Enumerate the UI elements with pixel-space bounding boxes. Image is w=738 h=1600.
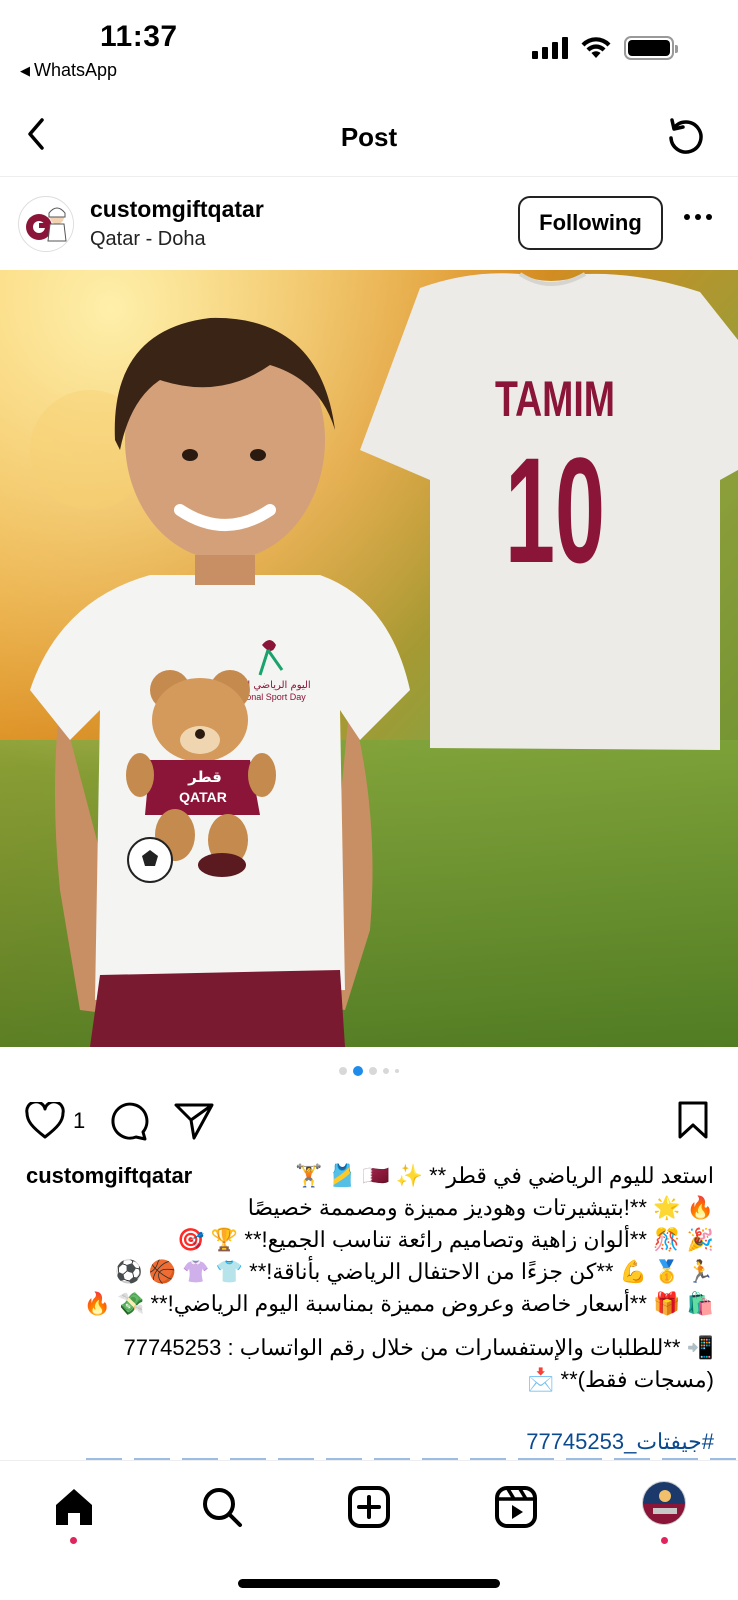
carousel-dot	[353, 1066, 363, 1076]
shirt-name-text: TAMIM	[495, 371, 615, 427]
battery-icon	[624, 36, 678, 60]
back-triangle-icon: ◀	[20, 62, 30, 78]
author-avatar[interactable]	[18, 196, 74, 252]
caption-line: 🛍️ 🎁 **أسعار خاصة وعروض مميزة بمناسبة ال…	[83, 1291, 714, 1316]
caption-username[interactable]: customgiftqatar	[26, 1160, 201, 1192]
wifi-icon	[581, 37, 611, 58]
home-indicator	[238, 1579, 500, 1588]
home-icon[interactable]	[50, 1483, 98, 1531]
carousel-indicator	[0, 1066, 738, 1076]
brand-logo-icon	[20, 198, 73, 251]
comment-icon[interactable]	[106, 1100, 150, 1142]
post-author-row: customgiftqatar Qatar - Doha Following	[0, 186, 738, 264]
contact-line: (مسجات فقط)** 📩	[527, 1367, 714, 1392]
page-title: Post	[340, 122, 398, 152]
status-icons	[532, 36, 678, 60]
following-button[interactable]: Following	[518, 196, 663, 250]
home-notification-dot	[70, 1537, 77, 1544]
hashtag-link[interactable]: #جيفتات_77745253	[526, 1426, 714, 1458]
bear-qatar-text: QATAR	[179, 789, 227, 805]
search-icon[interactable]	[198, 1483, 246, 1531]
more-options-icon[interactable]	[684, 214, 712, 220]
shirt-number-text: 10	[505, 426, 605, 594]
post-header-bar: Post	[0, 100, 738, 176]
divider	[0, 176, 738, 177]
refresh-icon[interactable]	[664, 114, 708, 158]
caption-line: 🎉 🎊 **ألوان زاهية وتصاميم رائعة تناسب ال…	[177, 1227, 714, 1252]
back-to-app-link[interactable]: ◀ WhatsApp	[20, 60, 117, 81]
carousel-dot	[383, 1068, 389, 1074]
profile-avatar[interactable]	[642, 1481, 686, 1525]
like-count[interactable]: 1	[73, 1108, 85, 1134]
carousel-dot	[395, 1069, 399, 1073]
share-icon[interactable]	[172, 1100, 216, 1142]
bookmark-icon[interactable]	[676, 1100, 710, 1140]
heart-icon[interactable]	[24, 1102, 66, 1140]
contact-line: 📲 **للطلبات والإستفسارات من خلال رقم الو…	[123, 1335, 714, 1360]
bottom-tab-bar	[0, 1460, 738, 1600]
reels-icon[interactable]	[492, 1483, 540, 1531]
caption-line: 🔥 🌟 **!بتيشيرتات وهوديز مميزة ومصممة خصي…	[247, 1195, 714, 1220]
author-username[interactable]: customgiftqatar	[90, 196, 264, 223]
create-icon[interactable]	[345, 1483, 393, 1531]
carousel-dot	[339, 1067, 347, 1075]
post-photo: TAMIM 10 اليوم الرياضي للدولة National S…	[0, 270, 738, 1047]
back-app-label: WhatsApp	[34, 60, 118, 80]
bear-arabic-text: قطر	[187, 768, 222, 786]
carousel-dot	[369, 1067, 377, 1075]
post-actions: 1	[0, 1096, 738, 1146]
status-bar: 11:37 ◀ WhatsApp	[0, 0, 738, 92]
post-location[interactable]: Qatar - Doha	[90, 228, 206, 251]
profile-notification-dot	[661, 1537, 668, 1544]
caption-contact: 📲 **للطلبات والإستفسارات من خلال رقم الو…	[26, 1332, 714, 1396]
caption-line: 🏃 🥇 💪 **كن جزءًا من الاحتفال الرياضي بأن…	[115, 1259, 714, 1284]
status-time: 11:37	[100, 20, 178, 53]
post-image[interactable]: TAMIM 10 اليوم الرياضي للدولة National S…	[0, 270, 738, 1047]
cellular-signal-icon	[532, 37, 568, 59]
